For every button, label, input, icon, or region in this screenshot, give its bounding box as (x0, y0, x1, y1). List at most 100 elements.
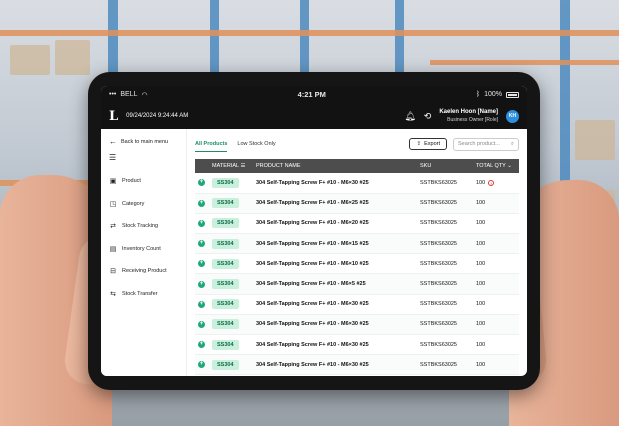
row-action-cell: + (195, 233, 209, 255)
table-row[interactable]: + SS304 304 Self-Tapping Screw F+ #10 - M6… (195, 273, 519, 295)
tablet-device: ••• BELL ◠ 4:21 PM ᛒ 100% L 09/24/2024 9… (88, 72, 540, 390)
table-row[interactable]: + SS304 304 Self-Tapping Screw F+ #10 - M6… (195, 294, 519, 315)
sidebar-item-stock-tracking[interactable]: ⇄ Stock Tracking (109, 215, 186, 238)
qty-value: 100 (476, 200, 486, 207)
user-role: Business Owner [Role] (447, 116, 498, 123)
sidebar-item-label: Category (122, 200, 145, 207)
category-icon: ◳ (109, 200, 117, 208)
sku-cell: SSTBKS63025 (417, 193, 473, 214)
sidebar-item-label: Receiving Product (122, 268, 167, 275)
material-cell: SS304 (209, 354, 253, 376)
table-row[interactable]: + SS304 304 Self-Tapping Screw F+ #10 - M6… (195, 334, 519, 356)
material-chip: SS304 (212, 198, 239, 209)
battery-percent: 100% (484, 91, 502, 98)
qty-value: 100 (476, 260, 486, 267)
material-chip: SS304 (212, 238, 239, 249)
qty-cell: 100 (473, 273, 519, 295)
sku-cell: SSTBKS63025 (417, 213, 473, 235)
back-to-main-menu-link[interactable]: ← Back to main menu (109, 137, 186, 146)
history-icon[interactable]: ⟲ (424, 111, 432, 122)
search-input[interactable]: Search product... ⌕ (453, 137, 519, 151)
column-product-name[interactable]: PRODUCT NAME (253, 159, 417, 173)
product-name-cell: 304 Self-Tapping Screw F+ #10 - M6×30 #2… (253, 173, 417, 194)
box-icon: ▣ (109, 178, 117, 186)
product-name-cell: 304 Self-Tapping Screw F+ #10 - M6×5 #25 (253, 273, 417, 295)
row-action-cell: + (195, 334, 209, 356)
tab-all-products[interactable]: All Products (195, 137, 228, 152)
user-info[interactable]: Kaelen Hoon [Name] Business Owner [Role] (439, 109, 498, 123)
add-icon[interactable]: + (198, 341, 205, 349)
material-chip: SS304 (212, 258, 239, 269)
table-row[interactable]: + SS304 304 Self-Tapping Screw F+ #10 - M6… (195, 354, 519, 376)
sidebar-item-label: Product (122, 178, 141, 185)
qty-cell: 100 (473, 213, 519, 235)
table-row[interactable]: + SS304 304 Self-Tapping Screw F+ #10 - M6… (195, 233, 519, 255)
qty-cell: 100 (473, 314, 519, 336)
wifi-icon: ◠ (141, 91, 148, 99)
tab-low-stock-only[interactable]: Low Stock Only (237, 137, 275, 152)
add-icon[interactable]: + (198, 300, 205, 308)
sidebar-item-stock-transfer[interactable]: ⇆ Stock Transfer (109, 283, 186, 306)
add-icon[interactable]: + (198, 240, 205, 248)
sku-cell: SSTBKS63025 (417, 354, 473, 376)
bell-icon[interactable]: 🔔︎ (404, 111, 415, 122)
chevron-down-icon[interactable]: ⌄ (507, 163, 512, 169)
table-row[interactable]: + SS304 304 Self-Tapping Screw F+ #10 - M6… (195, 253, 519, 275)
table-row[interactable]: + SS304 304 Self-Tapping Screw F+ #10 - M6… (195, 193, 519, 214)
signal-icon: ••• (109, 91, 117, 98)
table-row[interactable]: + SS304 304 Self-Tapping Screw F+ #10 - M6… (195, 314, 519, 336)
qty-cell: 100 (473, 253, 519, 275)
product-name-cell: 304 Self-Tapping Screw F+ #10 - M6×15 #2… (253, 233, 417, 255)
material-chip: SS304 (212, 279, 239, 290)
material-chip: SS304 (212, 177, 239, 188)
add-icon[interactable]: + (198, 219, 205, 227)
export-button[interactable]: ⇪ Export (409, 138, 447, 150)
sku-cell: SSTBKS63025 (417, 273, 473, 295)
add-icon[interactable]: + (198, 320, 205, 328)
sidebar-item-category[interactable]: ◳ Category (109, 193, 186, 216)
clock: 4:21 PM (297, 90, 326, 99)
products-table: MATERIAL ☰ PRODUCT NAME SKU TOTAL QTY ⌄ … (195, 159, 519, 376)
column-total-qty[interactable]: TOTAL QTY ⌄ (473, 159, 519, 173)
warning-icon[interactable]: ! (488, 179, 495, 186)
material-cell: SS304 (209, 193, 253, 214)
filter-icon[interactable]: ☰ (240, 163, 245, 169)
add-icon[interactable]: + (198, 280, 205, 288)
bluetooth-icon: ᛒ (475, 91, 481, 98)
search-placeholder: Search product... (458, 141, 500, 147)
sidebar-item-receiving-product[interactable]: ⊟ Receiving Product (109, 260, 186, 283)
row-action-cell: + (195, 294, 209, 315)
add-icon[interactable]: + (198, 260, 205, 268)
battery-icon (506, 91, 519, 98)
material-cell: SS304 (209, 294, 253, 315)
material-cell: SS304 (209, 233, 253, 255)
add-icon[interactable]: + (198, 361, 205, 369)
sku-cell: SSTBKS63025 (417, 314, 473, 336)
add-icon[interactable]: + (198, 179, 205, 187)
material-cell: SS304 (209, 253, 253, 275)
avatar[interactable]: KH (506, 109, 519, 123)
app-header: L 09/24/2024 9:24:44 AM 🔔︎ ⟲ Kaelen Hoon… (101, 103, 527, 129)
brand-logo[interactable]: L (109, 109, 118, 124)
hamburger-menu-icon[interactable]: ☰ (109, 153, 186, 162)
sku-cell: SSTBKS63025 (417, 253, 473, 275)
column-material[interactable]: MATERIAL ☰ (209, 159, 253, 173)
sku-cell: SSTBKS63025 (417, 173, 473, 194)
carrier-label: BELL (120, 91, 138, 98)
material-cell: SS304 (209, 273, 253, 295)
material-chip: SS304 (212, 218, 239, 229)
row-action-cell: + (195, 173, 209, 194)
clipboard-icon: ▤ (109, 245, 117, 253)
sidebar-item-product[interactable]: ▣ Product (109, 170, 186, 193)
table-row[interactable]: + SS304 304 Self-Tapping Screw F+ #10 - M6… (195, 213, 519, 235)
sidebar-item-inventory-count[interactable]: ▤ Inventory Count (109, 238, 186, 261)
table-header-row: MATERIAL ☰ PRODUCT NAME SKU TOTAL QTY ⌄ (195, 159, 519, 173)
row-action-cell: + (195, 273, 209, 295)
qty-cell: 100! (473, 173, 519, 194)
table-row[interactable]: + SS304 304 Self-Tapping Screw F+ #10 - M6… (195, 173, 519, 194)
add-icon[interactable]: + (198, 199, 205, 207)
column-sku[interactable]: SKU (417, 159, 473, 173)
material-chip: SS304 (212, 359, 239, 370)
transfer-icon: ⇆ (110, 290, 116, 298)
row-action-cell: + (195, 354, 209, 376)
